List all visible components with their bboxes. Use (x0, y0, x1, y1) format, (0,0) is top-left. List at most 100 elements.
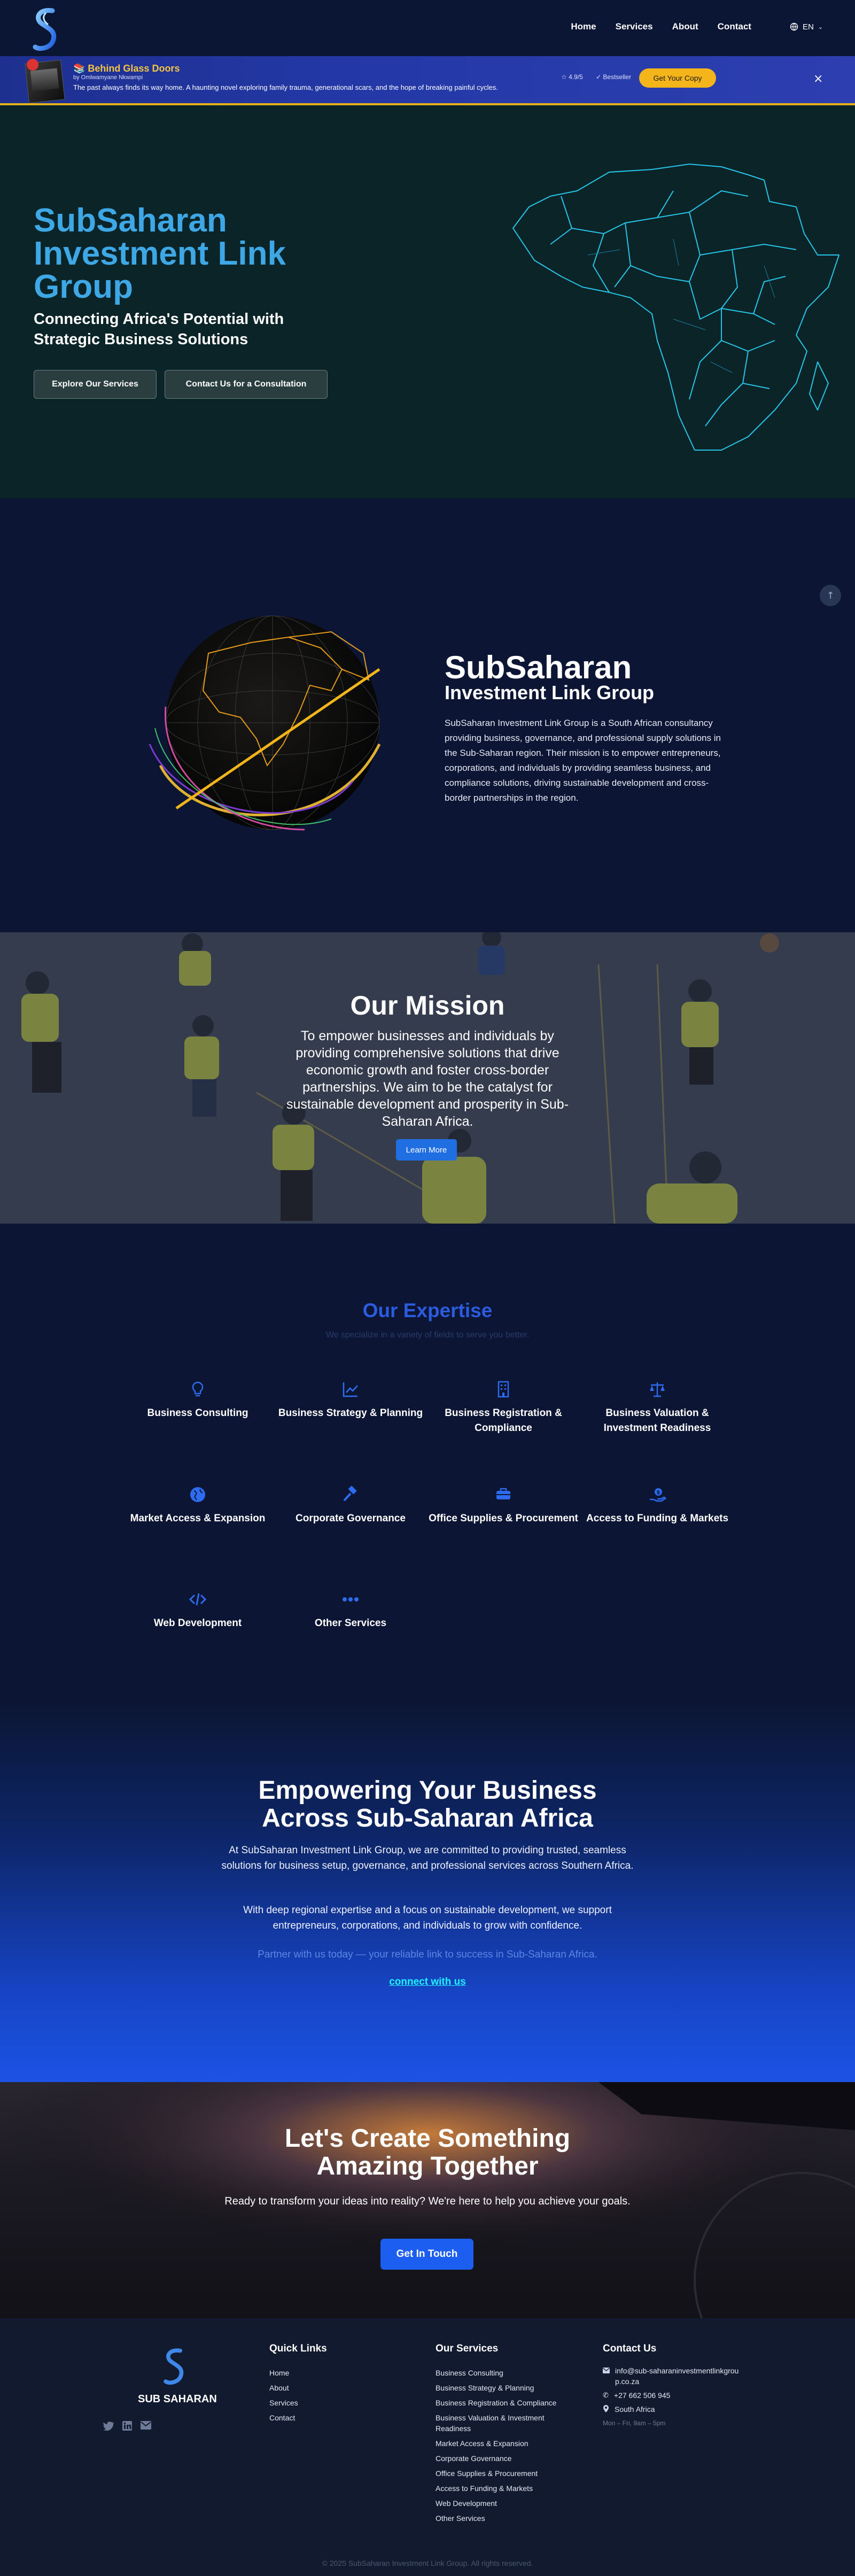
footer-service-link[interactable]: Other Services (436, 2511, 564, 2526)
contact-location: South Africa (615, 2405, 655, 2413)
contact-email[interactable]: info@sub-saharaninvestmentlinkgroup.co.z… (615, 2365, 742, 2387)
empower-paragraph: With deep regional expertise and a focus… (243, 1905, 612, 1931)
footer-service-link[interactable]: Business Strategy & Planning (436, 2380, 564, 2395)
cta-title: Let's Create Something Amazing Together (284, 2124, 571, 2180)
copyright: © 2025 SubSaharan Investment Link Group.… (322, 2559, 533, 2567)
expertise-title: Our Expertise (362, 1299, 493, 1321)
explore-services-button[interactable]: Explore Our Services (34, 370, 157, 399)
expertise-item[interactable]: Business Strategy & Planning (276, 1380, 425, 1421)
expertise-item[interactable]: Web Development (123, 1590, 273, 1631)
book-description: The past always finds its way home. A ha… (73, 83, 498, 91)
empower-paragraph: At SubSaharan Investment Link Group, we … (221, 1845, 634, 1871)
chevron-down-icon: ⌄ (818, 24, 823, 30)
expertise-item[interactable]: $ Access to Funding & Markets (582, 1486, 732, 1526)
footer-service-link[interactable]: Web Development (436, 2496, 564, 2511)
hand-holding-dollar-icon: $ (650, 1488, 666, 1502)
get-in-touch-button[interactable]: Get In Touch (380, 2239, 473, 2270)
book-promo-banner: 📚 Behind Glass Doors by Omlwamyane Nkwam… (0, 56, 855, 105)
gavel-icon (343, 1486, 357, 1502)
expertise-item[interactable]: Office Supplies & Procurement (429, 1486, 578, 1526)
cta-body: Ready to transform your ideas into reali… (224, 2195, 631, 2207)
footer-service-link[interactable]: Market Access & Expansion (436, 2436, 564, 2451)
empower-tagline: Partner with us today — your reliable li… (258, 1949, 597, 1960)
mission-title: Our Mission (350, 991, 505, 1020)
footer-link-services[interactable]: Services (269, 2395, 298, 2410)
linkedin-icon[interactable] (122, 2421, 132, 2431)
top-navbar: Home Services About Contact EN ⌄ (0, 0, 855, 56)
expertise-item[interactable]: Market Access & Expansion (123, 1486, 273, 1526)
contact-list: info@sub-saharaninvestmentlinkgroup.co.z… (603, 2365, 742, 2428)
hero-title: SubSaharan Investment Link Group (34, 202, 286, 305)
expertise-label: Market Access & Expansion (130, 1513, 266, 1524)
contact-phone[interactable]: +27 662 506 945 (614, 2390, 671, 2401)
book-title: 📚 Behind Glass Doors (73, 63, 180, 74)
close-icon[interactable]: × (813, 72, 823, 86)
book-author: by Omlwamyane Nkwampi (73, 74, 143, 81)
get-copy-button[interactable]: Get Your Copy (639, 68, 716, 88)
expertise-label: Business Strategy & Planning (278, 1407, 423, 1419)
globe-illustration-icon (149, 615, 381, 831)
ellipsis-icon (343, 1597, 359, 1602)
book-rating: ☆ 4.9/5 (561, 73, 583, 81)
email-icon[interactable] (141, 2421, 151, 2430)
nav-about[interactable]: About (672, 21, 698, 32)
expertise-label: Office Supplies & Procurement (429, 1513, 578, 1524)
globe-icon (790, 22, 798, 31)
phone-icon: ✆ (603, 2391, 609, 2399)
expertise-subtitle: We specialize in a variety of fields to … (325, 1330, 530, 1340)
footer-service-link[interactable]: Business Consulting (436, 2365, 564, 2380)
consultation-button[interactable]: Contact Us for a Consultation (165, 370, 328, 399)
connect-link[interactable]: connect with us (0, 1976, 855, 1988)
footer: SUB SAHARAN Quick Links Home About Servi… (0, 2318, 855, 2576)
quick-links-list: Home About Services Contact (269, 2365, 298, 2425)
twitter-icon[interactable] (103, 2421, 114, 2431)
expertise-section: Our Expertise We specialize in a variety… (0, 1224, 855, 1705)
expertise-label: Other Services (314, 1618, 387, 1629)
language-label: EN (802, 22, 814, 32)
empower-section: Empowering Your Business Across Sub-Saha… (0, 1705, 855, 2082)
scale-icon (650, 1382, 665, 1397)
footer-service-link[interactable]: Business Registration & Compliance (436, 2395, 564, 2410)
expertise-item[interactable]: Business Registration & Compliance (429, 1380, 578, 1436)
logo-icon[interactable] (32, 7, 60, 52)
services-list: Business Consulting Business Strategy & … (436, 2365, 564, 2526)
expertise-label: Corporate Governance (296, 1513, 406, 1524)
briefcase-icon (496, 1488, 510, 1499)
footer-link-about[interactable]: About (269, 2380, 298, 2395)
about-section: SubSaharan Investment Link Group SubSaha… (0, 498, 855, 932)
arrow-up-icon: ↑ (826, 590, 835, 601)
footer-link-contact[interactable]: Contact (269, 2410, 298, 2425)
expertise-label: Access to Funding & Markets (586, 1513, 729, 1524)
empower-title: Empowering Your Business Across Sub-Saha… (258, 1776, 597, 1832)
nav-contact[interactable]: Contact (718, 21, 751, 32)
expertise-item[interactable]: Other Services (276, 1590, 425, 1631)
expertise-item[interactable]: Business Consulting (123, 1380, 273, 1421)
about-body: SubSaharan Investment Link Group is a So… (445, 718, 721, 803)
language-selector[interactable]: EN ⌄ (790, 22, 823, 32)
code-icon (189, 1593, 207, 1606)
nav-links: Home Services About Contact EN ⌄ (571, 21, 823, 32)
expertise-item[interactable]: Business Valuation & Investment Readines… (582, 1380, 732, 1436)
hero-subtitle: Connecting Africa's Potential with Strat… (34, 311, 284, 348)
footer-logo-icon[interactable] (163, 2344, 186, 2390)
lightbulb-icon (192, 1381, 204, 1397)
map-pin-icon (603, 2405, 609, 2412)
learn-more-button[interactable]: Learn More (396, 1139, 457, 1161)
scroll-to-top-button[interactable]: ↑ (820, 585, 841, 606)
expertise-label: Business Valuation & Investment Readines… (603, 1407, 711, 1434)
about-title: SubSaharan (445, 649, 632, 685)
hero-section: SubSaharan Investment Link Group Connect… (0, 105, 855, 498)
envelope-icon (603, 2368, 610, 2373)
footer-link-home[interactable]: Home (269, 2365, 298, 2380)
footer-service-link[interactable]: Corporate Governance (436, 2451, 564, 2466)
chart-line-icon (343, 1382, 358, 1397)
footer-service-link[interactable]: Office Supplies & Procurement (436, 2466, 564, 2481)
footer-service-link[interactable]: Access to Funding & Markets (436, 2481, 564, 2496)
expertise-label: Business Consulting (147, 1407, 248, 1419)
footer-service-link[interactable]: Business Valuation & Investment Readines… (436, 2410, 564, 2436)
footer-brand: SUB SAHARAN (138, 2393, 217, 2405)
nav-home[interactable]: Home (571, 21, 596, 32)
nav-services[interactable]: Services (616, 21, 653, 32)
quick-links-title: Quick Links (269, 2343, 327, 2354)
expertise-item[interactable]: Corporate Governance (276, 1486, 425, 1526)
